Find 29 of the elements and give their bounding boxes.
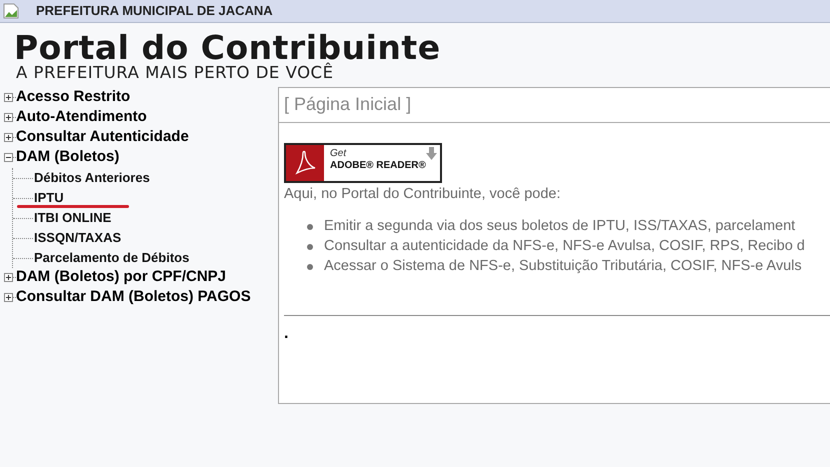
download-icon xyxy=(426,146,437,160)
collapse-icon[interactable] xyxy=(4,153,13,162)
expand-icon[interactable] xyxy=(4,93,13,102)
expand-icon[interactable] xyxy=(4,293,13,302)
bullet-icon xyxy=(307,244,313,250)
adobe-reader-badge[interactable]: Get ADOBE® READER® xyxy=(284,142,442,182)
bullet-icon xyxy=(307,264,313,270)
broken-image-icon xyxy=(3,3,19,19)
expand-icon[interactable] xyxy=(4,133,13,142)
menu-item[interactable]: Consultar DAM (Boletos) PAGOS xyxy=(16,286,251,309)
intro-text: Aqui, no Portal do Contribuinte, você pode: xyxy=(284,184,562,204)
page-heading: [ Página Inicial ] xyxy=(279,88,830,122)
feature-text: Consultar a autenticidade da NFS-e, NFS-e Avulsa, COSIF, RPS, Recibo d xyxy=(324,237,805,256)
pdf-icon xyxy=(293,150,317,176)
menu-item[interactable]: Acesso Restrito xyxy=(16,86,130,109)
site-title: PREFEITURA MUNICIPAL DE JACANA xyxy=(36,2,273,20)
bullet-icon xyxy=(307,224,313,230)
menu-item[interactable]: DAM (Boletos) por CPF/CNPJ xyxy=(16,266,226,289)
feature-text: Emitir a segunda via dos seus boletos de IPTU, ISS/TAXAS, parcelament xyxy=(324,217,796,236)
expand-icon[interactable] xyxy=(4,273,13,282)
expand-icon[interactable] xyxy=(4,113,13,122)
menu-item[interactable]: Auto-Atendimento xyxy=(16,106,147,129)
portal-slogan: A PREFEITURA MAIS PERTO DE VOCÊ xyxy=(16,65,335,82)
feature-text: Acessar o Sistema de NFS-e, Substituição Tributária, COSIF, NFS-e Avuls xyxy=(324,257,802,276)
badge-product-text: ADOBE® READER® xyxy=(330,160,427,172)
badge-get-text: Get xyxy=(330,148,346,160)
menu-item[interactable]: Consultar Autenticidade xyxy=(16,126,189,149)
footer-dot: . xyxy=(284,326,288,342)
menu-item[interactable]: DAM (Boletos) xyxy=(16,146,120,169)
